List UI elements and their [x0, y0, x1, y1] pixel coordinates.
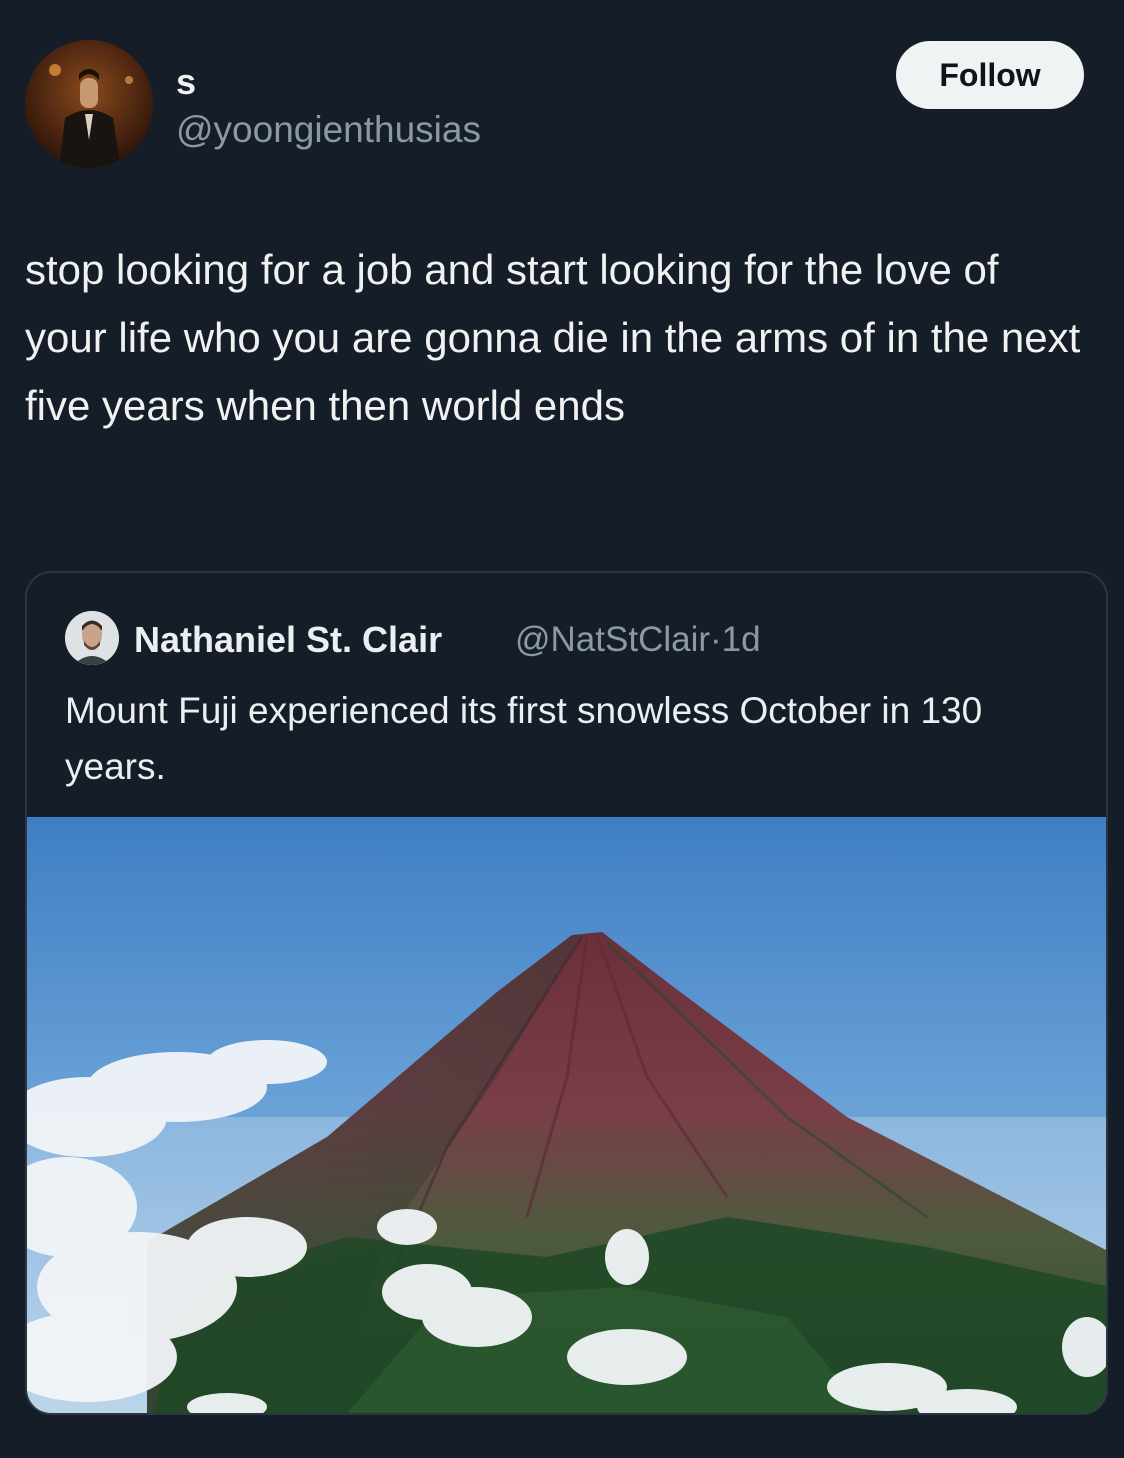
- meta-separator: ·: [710, 620, 722, 659]
- quoted-tweet-image[interactable]: [27, 817, 1106, 1413]
- follow-button[interactable]: Follow: [896, 41, 1084, 109]
- quoted-avatar-photo-icon: [65, 611, 119, 665]
- tweet-text: stop looking for a job and start looking…: [25, 246, 1081, 429]
- author-display-name[interactable]: s: [176, 62, 196, 102]
- quoted-tweet-time[interactable]: 1d: [722, 620, 761, 659]
- tweet-card: s @yoongienthusias Follow stop looking f…: [0, 0, 1124, 1458]
- quoted-author-avatar[interactable]: [65, 611, 119, 665]
- quoted-tweet[interactable]: Nathaniel St. Clair @NatStClair·1d Mount…: [25, 571, 1108, 1415]
- author-handle[interactable]: @yoongienthusias: [176, 108, 481, 152]
- quoted-author-handle[interactable]: @NatStClair: [515, 620, 710, 659]
- avatar-photo-icon: [25, 40, 153, 168]
- author-avatar[interactable]: [25, 40, 153, 168]
- quoted-author-meta: @NatStClair·1d: [515, 617, 761, 663]
- mount-fuji-photo-icon: [27, 817, 1106, 1413]
- quoted-author-display-name[interactable]: Nathaniel St. Clair: [134, 617, 442, 663]
- quoted-tweet-text: Mount Fuji experienced its first snowles…: [65, 690, 983, 787]
